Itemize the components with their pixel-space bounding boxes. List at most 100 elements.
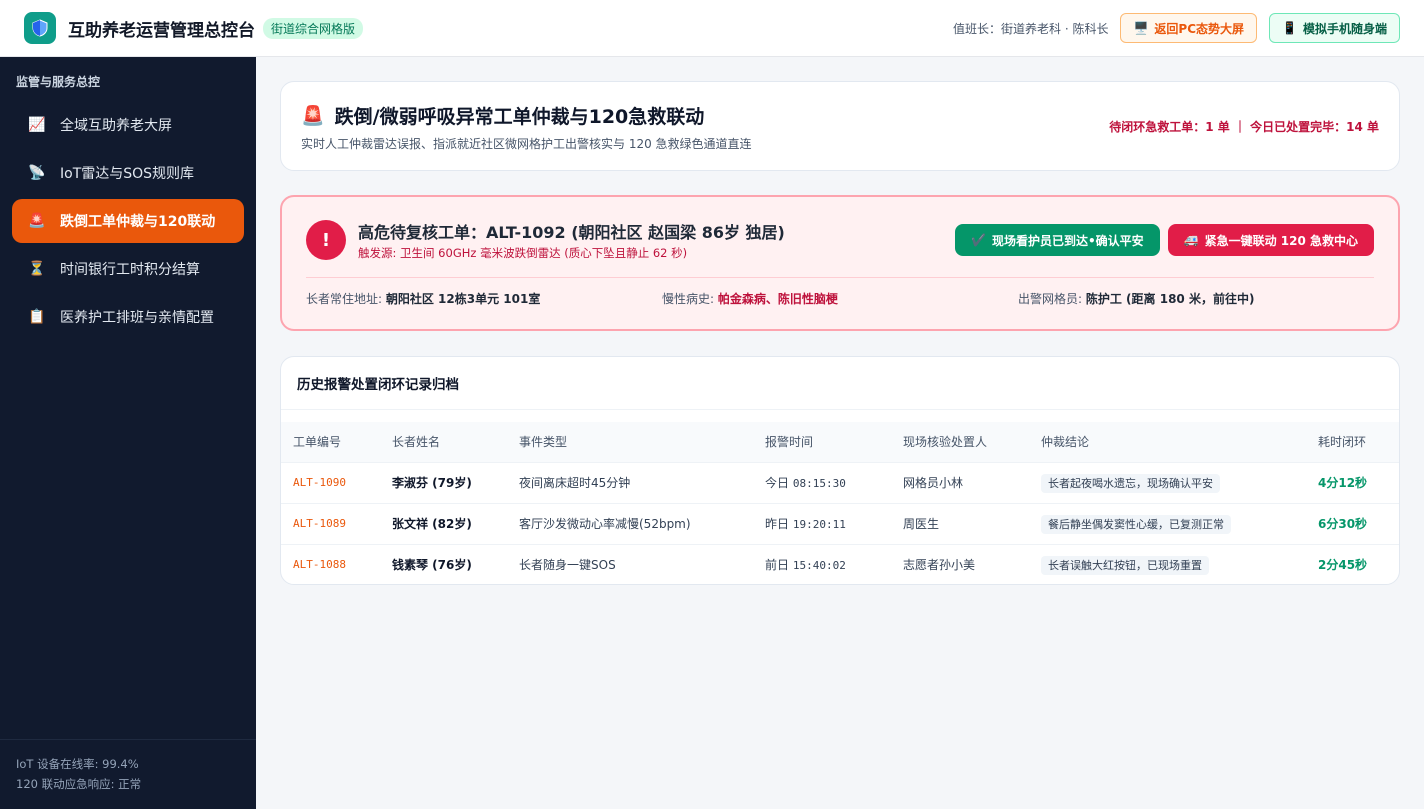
sidebar-item-label: 医养护工排班与亲情配置 <box>60 310 214 326</box>
verdict-cell: 长者误触大红按钮，已现场重置 <box>1029 543 1306 585</box>
emergency-120-button[interactable]: 🚑 紧急一键联动 120 急救中心 <box>1167 224 1374 256</box>
sidebar-item-label: 时间银行工时积分结算 <box>60 262 200 278</box>
history-table: 工单编号 长者姓名 事件类型 报警时间 现场核验处置人 仲裁结论 耗时闭环 AL… <box>281 422 1399 585</box>
elder-name: 张文祥 (82岁) <box>380 502 507 544</box>
verdict-cell: 长者起夜喝水遗忘，现场确认平安 <box>1029 461 1306 503</box>
ticket-stats: 待闭环急救工单：1 单 ｜ 今日已处置完毕：14 单 <box>1109 120 1379 134</box>
back-to-pc-label: 返回PC态势大屏 <box>1154 21 1245 36</box>
siren-icon: 🚨 <box>301 105 325 127</box>
ticket-id: ALT-1089 <box>281 502 380 544</box>
verdict-cell: 餐后静坐偶发窦性心缓，已复测正常 <box>1029 502 1306 544</box>
clipboard-icon: 📋 <box>28 309 46 325</box>
emergency-response-status: 120 联动应急响应: 正常 <box>16 777 142 791</box>
staff-value: 陈护工 (距离 180 米，前往中) <box>1085 292 1255 306</box>
duration: 4分12秒 <box>1306 461 1399 503</box>
chronic-history: 慢性病史: 帕金森病、陈旧性脑梗 <box>662 290 1018 307</box>
chart-icon: 📈 <box>28 117 46 133</box>
alarm-clock: 15:40:02 <box>792 559 846 573</box>
page-subtitle: 实时人工仲裁雷达误报、指派就近社区微网格护工出警核实与 120 急救绿色通道直连 <box>301 137 752 151</box>
table-row[interactable]: ALT-1089 张文祥 (82岁) 客厅沙发微动心率减慢(52bpm) 昨日 … <box>281 502 1399 544</box>
monitor-icon: 🖥️ <box>1133 21 1149 35</box>
confirm-safe-button[interactable]: ✔️ 现场看护员已到达•确认平安 <box>955 224 1160 256</box>
event-type: 夜间离床超时45分钟 <box>507 461 753 503</box>
sidebar-item-label: 全域互助养老大屏 <box>60 118 172 134</box>
sidebar: 监管与服务总控 📈 全域互助养老大屏 📡 IoT雷达与SOS规则库 🚨 跌倒工单… <box>0 57 256 809</box>
col-header-name: 长者姓名 <box>392 435 441 450</box>
alarm-time: 昨日 19:20:11 <box>753 502 891 544</box>
sidebar-item-time-bank[interactable]: ⏳ 时间银行工时积分结算 <box>12 247 244 291</box>
alarm-clock: 19:20:11 <box>792 518 846 531</box>
col-header-verdict: 仲裁结论 <box>1041 435 1090 450</box>
handler: 周医生 <box>891 502 1029 544</box>
verdict-tag: 长者起夜喝水遗忘，现场确认平安 <box>1041 473 1220 493</box>
confirm-safe-label: 现场看护员已到达•确认平安 <box>991 233 1144 248</box>
sidebar-nav: 📈 全域互助养老大屏 📡 IoT雷达与SOS规则库 🚨 跌倒工单仲裁与120联动… <box>0 103 256 339</box>
event-type: 客厅沙发微动心率减慢(52bpm) <box>507 502 753 544</box>
alert-title: 高危待复核工单：ALT-1092 (朝阳社区 赵国梁 86岁 独居) <box>358 223 785 242</box>
back-to-pc-button[interactable]: 🖥️ 返回PC态势大屏 <box>1120 13 1258 43</box>
col-header-handler: 现场核验处置人 <box>903 435 988 450</box>
top-bar: 互助养老运营管理总控台 街道综合网格版 值班长：街道养老科 · 陈科长 🖥️ 返… <box>0 0 1424 57</box>
duty-officer: 值班长：街道养老科 · 陈科长 <box>953 21 1109 36</box>
ticket-id: ALT-1088 <box>281 543 380 585</box>
col-header-time: 报警时间 <box>765 435 814 450</box>
alarm-time: 今日 08:15:30 <box>753 461 891 503</box>
event-type: 长者随身一键SOS <box>507 543 753 585</box>
verdict-tag: 长者误触大红按钮，已现场重置 <box>1041 555 1209 575</box>
alarm-day: 昨日 <box>765 517 790 531</box>
dispatched-staff: 出警网格员: 陈护工 (距离 180 米，前往中) <box>1018 290 1374 307</box>
elder-name: 钱素琴 (76岁) <box>380 543 507 585</box>
mobile-simulator-label: 模拟手机随身端 <box>1302 21 1387 36</box>
handler: 网格员小林 <box>891 461 1029 503</box>
sidebar-item-label: IoT雷达与SOS规则库 <box>60 166 195 182</box>
hourglass-icon: ⏳ <box>28 261 46 277</box>
history-card: 历史报警处置闭环记录归档 工单编号 长者姓名 事件类型 报警时间 现场核验处置人… <box>280 356 1400 585</box>
alarm-day: 前日 <box>765 558 790 573</box>
elder-address: 长者常住地址: 朝阳社区 12栋3单元 101室 <box>306 290 662 307</box>
iot-online-rate: IoT 设备在线率: 99.4% <box>16 757 139 771</box>
mobile-simulator-button[interactable]: 📱 模拟手机随身端 <box>1269 13 1400 43</box>
table-row[interactable]: ALT-1090 李淑芬 (79岁) 夜间离床超时45分钟 今日 08:15:3… <box>281 461 1399 503</box>
alarm-time: 前日 15:40:02 <box>753 543 891 585</box>
history-title: 历史报警处置闭环记录归档 <box>281 357 1399 410</box>
duration: 2分45秒 <box>1306 543 1399 585</box>
page-title-text: 跌倒/微弱呼吸异常工单仲裁与120急救联动 <box>334 106 705 128</box>
critical-alert-card: ! 高危待复核工单：ALT-1092 (朝阳社区 赵国梁 86岁 独居) 触发源… <box>280 195 1400 331</box>
sidebar-footer: IoT 设备在线率: 99.4% 120 联动应急响应: 正常 <box>0 739 256 809</box>
handler: 志愿者孙小美 <box>891 543 1029 585</box>
sidebar-item-label: 跌倒工单仲裁与120联动 <box>60 214 216 230</box>
table-row[interactable]: ALT-1088 钱素琴 (76岁) 长者随身一键SOS 前日 15:40:02… <box>281 543 1399 585</box>
sidebar-item-scheduling[interactable]: 📋 医养护工排班与亲情配置 <box>12 295 244 339</box>
verdict-tag: 餐后静坐偶发窦性心缓，已复测正常 <box>1041 514 1231 534</box>
alert-source: 触发源: 卫生间 60GHz 毫米波跌倒雷达 (质心下坠且静止 62 秒) <box>358 246 688 260</box>
sidebar-item-iot-rules[interactable]: 📡 IoT雷达与SOS规则库 <box>12 151 244 195</box>
col-header-event: 事件类型 <box>519 435 568 450</box>
app-logo <box>24 12 56 44</box>
staff-label: 出警网格员: <box>1018 292 1083 306</box>
alarm-clock: 08:15:30 <box>792 477 846 490</box>
elder-name: 李淑芬 (79岁) <box>380 461 507 503</box>
main-content: 🚨 跌倒/微弱呼吸异常工单仲裁与120急救联动 实时人工仲裁雷达误报、指派就近社… <box>256 57 1424 809</box>
shield-icon <box>32 19 48 37</box>
phone-icon: 📱 <box>1282 21 1297 35</box>
sidebar-item-fall-arbitration[interactable]: 🚨 跌倒工单仲裁与120联动 <box>12 199 244 243</box>
address-value: 朝阳社区 12栋3单元 101室 <box>385 292 541 306</box>
disease-label: 慢性病史: <box>662 292 715 306</box>
table-header-row: 工单编号 长者姓名 事件类型 报警时间 现场核验处置人 仲裁结论 耗时闭环 <box>281 422 1399 462</box>
ticket-id: ALT-1090 <box>281 461 380 503</box>
sidebar-item-dashboard[interactable]: 📈 全域互助养老大屏 <box>12 103 244 147</box>
siren-icon: 🚨 <box>28 213 46 229</box>
col-header-id: 工单编号 <box>293 435 342 450</box>
ambulance-icon: 🚑 <box>1183 233 1199 247</box>
check-icon: ✔️ <box>971 233 986 247</box>
alarm-day: 今日 <box>765 476 790 490</box>
emergency-120-label: 紧急一键联动 120 急救中心 <box>1204 233 1358 248</box>
col-header-duration: 耗时闭环 <box>1318 435 1367 450</box>
address-label: 长者常住地址: <box>306 292 383 306</box>
exclamation-icon: ! <box>306 220 346 260</box>
satellite-icon: 📡 <box>28 165 46 181</box>
page-header-card: 🚨 跌倒/微弱呼吸异常工单仲裁与120急救联动 实时人工仲裁雷达误报、指派就近社… <box>280 81 1400 171</box>
app-title: 互助养老运营管理总控台 <box>68 20 255 41</box>
disease-value: 帕金森病、陈旧性脑梗 <box>717 292 838 306</box>
divider <box>306 277 1374 278</box>
